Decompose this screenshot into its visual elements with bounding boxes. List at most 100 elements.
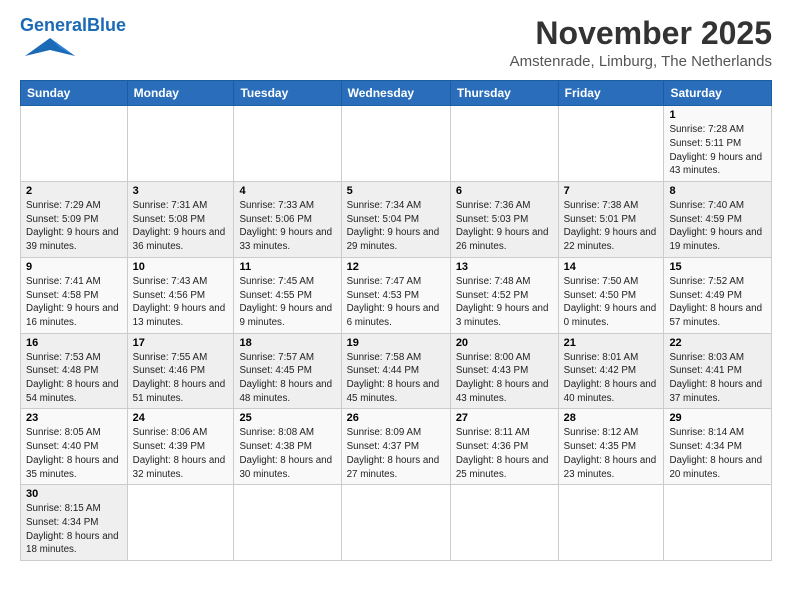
- calendar-cell: 14Sunrise: 7:50 AMSunset: 4:50 PMDayligh…: [558, 257, 664, 333]
- calendar-cell: [664, 485, 772, 561]
- calendar-cell: [450, 485, 558, 561]
- day-info: Sunrise: 8:00 AMSunset: 4:43 PMDaylight:…: [456, 351, 553, 406]
- day-number: 16: [26, 337, 122, 349]
- day-number: 30: [26, 488, 122, 500]
- calendar-cell: 19 Sunrise: 7:58 AMSunset: 4:44 PMDayligh…: [341, 333, 450, 409]
- calendar-header: Sunday Monday Tuesday Wednesday Thursday…: [21, 81, 772, 106]
- day-info: Sunrise: 7:41 AMSunset: 4:58 PMDaylight:…: [26, 275, 122, 330]
- col-wednesday: Wednesday: [341, 81, 450, 106]
- calendar-cell: 10Sunrise: 7:43 AMSunset: 4:56 PMDayligh…: [127, 257, 234, 333]
- day-info: Sunrise: 8:05 AMSunset: 4:40 PMDaylight:…: [26, 426, 122, 481]
- day-number: 28: [564, 412, 659, 424]
- calendar-cell: 8Sunrise: 7:40 AMSunset: 4:59 PMDaylight…: [664, 182, 772, 258]
- calendar-cell: 1 Sunrise: 7:28 AMSunset: 5:11 PMDaylight…: [664, 106, 772, 182]
- day-number: 5: [347, 185, 445, 197]
- day-number: 11: [239, 261, 335, 273]
- calendar-week-6: 30 Sunrise: 8:15 AMSunset: 4:34 PMDayligh…: [21, 485, 772, 561]
- calendar-cell: 3 Sunrise: 7:31 AMSunset: 5:08 PMDaylight…: [127, 182, 234, 258]
- day-number: 1: [669, 109, 766, 121]
- calendar-cell: 21 Sunrise: 8:01 AMSunset: 4:42 PMDayligh…: [558, 333, 664, 409]
- col-friday: Friday: [558, 81, 664, 106]
- calendar-cell: 17Sunrise: 7:55 AMSunset: 4:46 PMDayligh…: [127, 333, 234, 409]
- day-info: Sunrise: 7:28 AMSunset: 5:11 PMDaylight:…: [669, 123, 766, 178]
- day-info: Sunrise: 8:03 AMSunset: 4:41 PMDaylight:…: [669, 351, 766, 406]
- calendar-cell: 16 Sunrise: 7:53 AMSunset: 4:48 PMDayligh…: [21, 333, 128, 409]
- day-info: Sunrise: 7:52 AMSunset: 4:49 PMDaylight:…: [669, 275, 766, 330]
- calendar-cell: [341, 485, 450, 561]
- day-info: Sunrise: 7:31 AMSunset: 5:08 PMDaylight:…: [133, 199, 229, 254]
- day-number: 14: [564, 261, 659, 273]
- day-number: 24: [133, 412, 229, 424]
- calendar-cell: 25Sunrise: 8:08 AMSunset: 4:38 PMDayligh…: [234, 409, 341, 485]
- day-number: 27: [456, 412, 553, 424]
- calendar-cell: 28Sunrise: 8:12 AMSunset: 4:35 PMDayligh…: [558, 409, 664, 485]
- calendar-cell: [341, 106, 450, 182]
- calendar-cell: [234, 106, 341, 182]
- day-info: Sunrise: 7:36 AMSunset: 5:03 PMDaylight:…: [456, 199, 553, 254]
- day-number: 18: [239, 337, 335, 349]
- calendar-cell: 12 Sunrise: 7:47 AMSunset: 4:53 PMDayligh…: [341, 257, 450, 333]
- logo-general: General: [20, 15, 87, 35]
- day-info: Sunrise: 8:06 AMSunset: 4:39 PMDaylight:…: [133, 426, 229, 481]
- day-number: 29: [669, 412, 766, 424]
- logo-blue: Blue: [87, 15, 126, 35]
- day-number: 9: [26, 261, 122, 273]
- day-info: Sunrise: 7:53 AMSunset: 4:48 PMDaylight:…: [26, 351, 122, 406]
- calendar-cell: 4Sunrise: 7:33 AMSunset: 5:06 PMDaylight…: [234, 182, 341, 258]
- day-info: Sunrise: 8:15 AMSunset: 4:34 PMDaylight:…: [26, 502, 122, 557]
- calendar-cell: [127, 485, 234, 561]
- subtitle: Amstenrade, Limburg, The Netherlands: [510, 53, 772, 70]
- col-tuesday: Tuesday: [234, 81, 341, 106]
- calendar-cell: 2 Sunrise: 7:29 AMSunset: 5:09 PMDaylight…: [21, 182, 128, 258]
- calendar-week-3: 9 Sunrise: 7:41 AMSunset: 4:58 PMDaylight…: [21, 257, 772, 333]
- col-monday: Monday: [127, 81, 234, 106]
- col-sunday: Sunday: [21, 81, 128, 106]
- logo: GeneralBlue: [20, 16, 126, 62]
- day-info: Sunrise: 7:40 AMSunset: 4:59 PMDaylight:…: [669, 199, 766, 254]
- day-number: 20: [456, 337, 553, 349]
- day-number: 10: [133, 261, 229, 273]
- day-number: 15: [669, 261, 766, 273]
- day-info: Sunrise: 7:48 AMSunset: 4:52 PMDaylight:…: [456, 275, 553, 330]
- calendar-cell: 6 Sunrise: 7:36 AMSunset: 5:03 PMDaylight…: [450, 182, 558, 258]
- calendar-cell: 23 Sunrise: 8:05 AMSunset: 4:40 PMDayligh…: [21, 409, 128, 485]
- day-info: Sunrise: 7:38 AMSunset: 5:01 PMDaylight:…: [564, 199, 659, 254]
- calendar-table: Sunday Monday Tuesday Wednesday Thursday…: [20, 80, 772, 561]
- day-number: 6: [456, 185, 553, 197]
- day-info: Sunrise: 7:58 AMSunset: 4:44 PMDaylight:…: [347, 351, 445, 406]
- calendar-week-5: 23 Sunrise: 8:05 AMSunset: 4:40 PMDayligh…: [21, 409, 772, 485]
- day-number: 19: [347, 337, 445, 349]
- calendar-cell: [234, 485, 341, 561]
- day-number: 21: [564, 337, 659, 349]
- calendar-cell: 20 Sunrise: 8:00 AMSunset: 4:43 PMDayligh…: [450, 333, 558, 409]
- day-number: 23: [26, 412, 122, 424]
- day-info: Sunrise: 8:08 AMSunset: 4:38 PMDaylight:…: [239, 426, 335, 481]
- calendar-cell: [127, 106, 234, 182]
- day-number: 4: [239, 185, 335, 197]
- calendar-cell: 27Sunrise: 8:11 AMSunset: 4:36 PMDayligh…: [450, 409, 558, 485]
- calendar-cell: 13Sunrise: 7:48 AMSunset: 4:52 PMDayligh…: [450, 257, 558, 333]
- calendar-cell: [450, 106, 558, 182]
- calendar-cell: 15 Sunrise: 7:52 AMSunset: 4:49 PMDayligh…: [664, 257, 772, 333]
- page: GeneralBlue November 2025 Amstenrade, Li…: [0, 0, 792, 612]
- day-number: 12: [347, 261, 445, 273]
- day-number: 3: [133, 185, 229, 197]
- logo-text: GeneralBlue: [20, 16, 126, 34]
- day-number: 2: [26, 185, 122, 197]
- day-number: 22: [669, 337, 766, 349]
- day-info: Sunrise: 8:14 AMSunset: 4:34 PMDaylight:…: [669, 426, 766, 481]
- calendar-cell: 18Sunrise: 7:57 AMSunset: 4:45 PMDayligh…: [234, 333, 341, 409]
- calendar-week-4: 16 Sunrise: 7:53 AMSunset: 4:48 PMDayligh…: [21, 333, 772, 409]
- calendar-week-2: 2 Sunrise: 7:29 AMSunset: 5:09 PMDaylight…: [21, 182, 772, 258]
- day-info: Sunrise: 7:29 AMSunset: 5:09 PMDaylight:…: [26, 199, 122, 254]
- calendar-cell: 11Sunrise: 7:45 AMSunset: 4:55 PMDayligh…: [234, 257, 341, 333]
- header: GeneralBlue November 2025 Amstenrade, Li…: [20, 16, 772, 70]
- title-block: November 2025 Amstenrade, Limburg, The N…: [510, 16, 772, 70]
- col-thursday: Thursday: [450, 81, 558, 106]
- day-info: Sunrise: 7:47 AMSunset: 4:53 PMDaylight:…: [347, 275, 445, 330]
- day-info: Sunrise: 8:01 AMSunset: 4:42 PMDaylight:…: [564, 351, 659, 406]
- day-info: Sunrise: 8:09 AMSunset: 4:37 PMDaylight:…: [347, 426, 445, 481]
- calendar-body: 1 Sunrise: 7:28 AMSunset: 5:11 PMDaylight…: [21, 106, 772, 561]
- day-info: Sunrise: 7:55 AMSunset: 4:46 PMDaylight:…: [133, 351, 229, 406]
- day-number: 7: [564, 185, 659, 197]
